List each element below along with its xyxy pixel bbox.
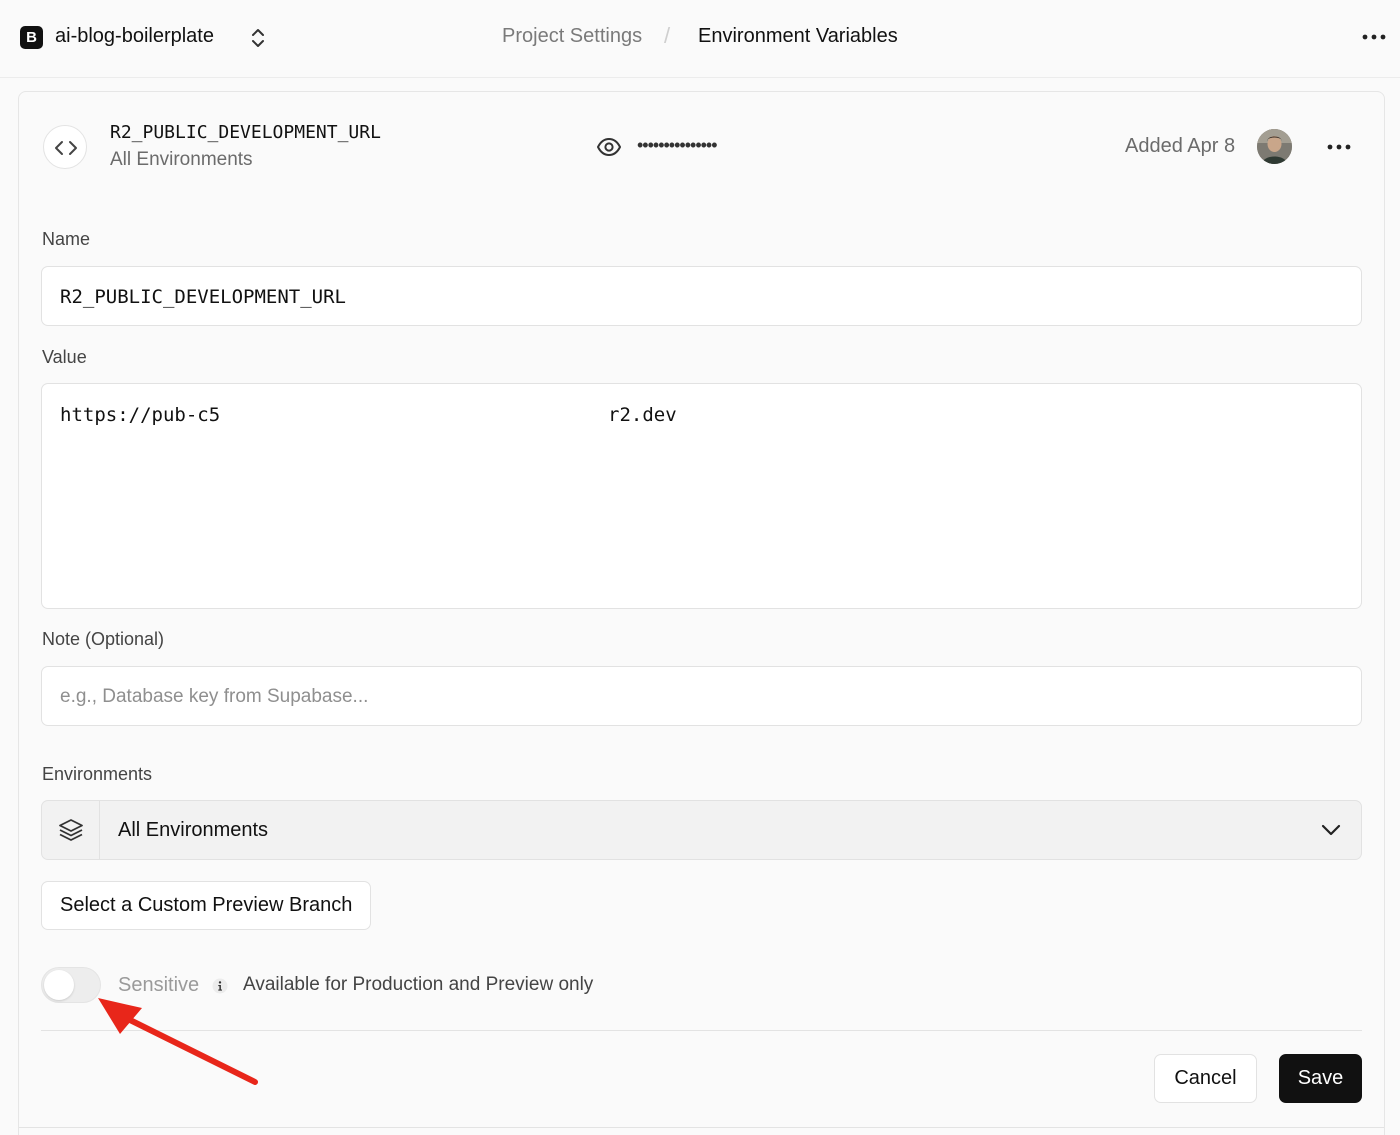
- cancel-button[interactable]: Cancel: [1154, 1054, 1257, 1103]
- toggle-knob: [44, 970, 74, 1000]
- note-placeholder: e.g., Database key from Supabase...: [60, 686, 369, 707]
- chevron-down-icon: [1321, 824, 1341, 836]
- avatar: [1257, 129, 1292, 164]
- environments-label: Environments: [42, 764, 153, 784]
- eye-icon[interactable]: [596, 134, 622, 160]
- variable-key: R2_PUBLIC_DEVELOPMENT_URL: [110, 122, 381, 143]
- sensitive-description: Available for Production and Preview onl…: [243, 974, 594, 995]
- breadcrumb-environment-variables: Environment Variables: [698, 25, 898, 47]
- layers-icon: [42, 801, 100, 859]
- masked-value: •••••••••••••••: [637, 135, 718, 155]
- name-label: Name: [42, 229, 91, 249]
- value-text-end: r2.dev: [608, 404, 677, 426]
- note-input[interactable]: e.g., Database key from Supabase...: [41, 666, 1362, 726]
- name-input-value: R2_PUBLIC_DEVELOPMENT_URL: [60, 286, 346, 308]
- variable-more-icon[interactable]: [1325, 137, 1353, 157]
- red-arrow-annotation: [98, 998, 258, 1085]
- more-menu-icon[interactable]: [1360, 27, 1388, 47]
- top-bar: B ai-blog-boilerplate Project Settings /…: [0, 0, 1400, 78]
- chevron-up-down-icon[interactable]: [248, 26, 268, 50]
- environments-selected: All Environments: [118, 819, 269, 841]
- custom-preview-branch-button[interactable]: Select a Custom Preview Branch: [41, 881, 372, 930]
- variable-environment: All Environments: [110, 149, 253, 170]
- project-logo[interactable]: B: [20, 26, 43, 49]
- note-label: Note (Optional): [42, 629, 165, 649]
- value-label: Value: [42, 347, 87, 367]
- value-textarea[interactable]: https://pub-c5 r2.dev: [41, 383, 1362, 609]
- value-text-start: https://pub-c5: [60, 404, 221, 426]
- breadcrumb-separator: /: [664, 23, 671, 48]
- save-button[interactable]: Save: [1279, 1054, 1362, 1103]
- code-icon: [43, 125, 87, 169]
- added-date: Added Apr 8: [1125, 135, 1236, 157]
- card-footer-divider: [19, 1127, 1384, 1128]
- project-name[interactable]: ai-blog-boilerplate: [55, 25, 214, 48]
- environments-select[interactable]: All Environments: [41, 800, 1362, 860]
- name-input[interactable]: R2_PUBLIC_DEVELOPMENT_URL: [41, 266, 1362, 326]
- breadcrumb-project-settings[interactable]: Project Settings: [502, 25, 642, 48]
- env-variable-card: R2_PUBLIC_DEVELOPMENT_URL All Environmen…: [18, 91, 1385, 1135]
